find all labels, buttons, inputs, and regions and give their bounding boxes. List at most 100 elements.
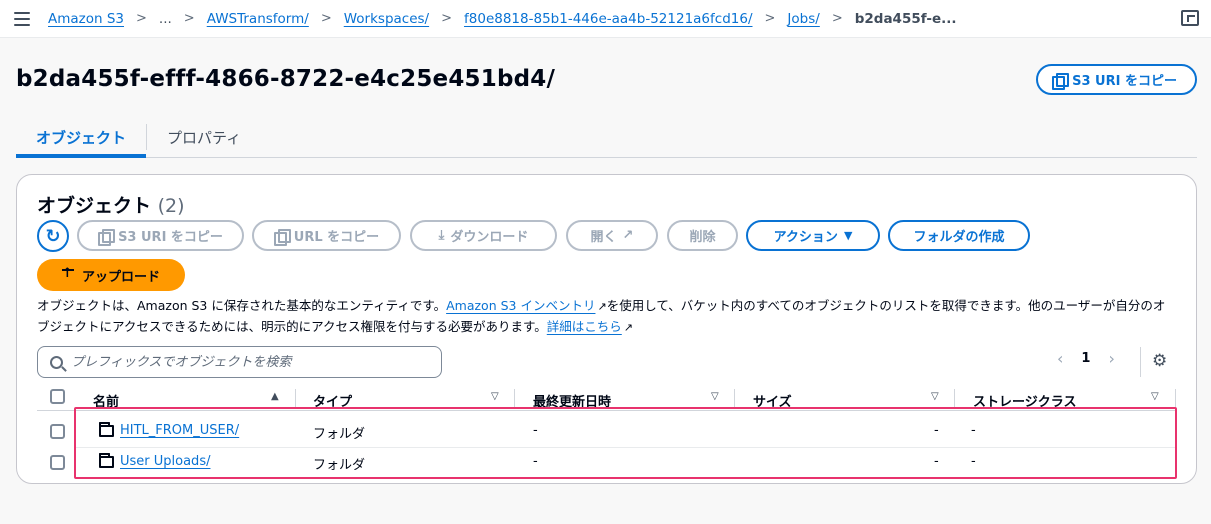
download-icon: ⤓: [438, 228, 445, 243]
copy-url-label: URL をコピー: [293, 230, 380, 245]
row-modified: -: [533, 423, 538, 438]
sort-icon[interactable]: ▽: [931, 391, 939, 402]
search-field: [37, 346, 442, 378]
external-link-icon: ↗: [623, 321, 633, 334]
folder-link[interactable]: User Uploads/: [120, 454, 210, 469]
breadcrumb-jobs[interactable]: Jobs/: [787, 11, 819, 27]
tab-bar: オブジェクト プロパティ: [16, 118, 1197, 158]
chevron-right-icon: >: [764, 11, 776, 26]
sort-icon[interactable]: ▽: [491, 391, 499, 402]
breadcrumb-workspace-id[interactable]: f80e8818-85b1-446e-aa4b-52121a6fcd16/: [464, 11, 752, 27]
open-button[interactable]: 開く ↗: [566, 220, 658, 251]
chevron-right-icon: >: [183, 11, 195, 26]
row-size: -: [934, 423, 939, 438]
page-title: b2da455f-efff-4866-8722-e4c25e451bd4/: [16, 66, 556, 92]
objects-container: オブジェクト (2) ↻ S3 URI をコピー URL をコピー ⤓ ダウンロ…: [16, 174, 1197, 484]
row-name-cell: HITL_FROM_USER/: [99, 421, 239, 438]
copy-icon: [1052, 72, 1070, 90]
open-label: 開く: [590, 230, 617, 245]
upload-label: アップロード: [81, 269, 160, 285]
upload-icon: [61, 266, 74, 281]
delete-button[interactable]: 削除: [667, 220, 738, 251]
chevron-right-icon: >: [320, 11, 332, 26]
folder-icon: [99, 452, 114, 468]
column-separator: [514, 389, 515, 407]
learn-more-link[interactable]: 詳細はこちら: [547, 319, 622, 334]
previous-page-icon[interactable]: ‹: [1057, 349, 1063, 368]
copy-s3-uri-button[interactable]: S3 URI をコピー: [1036, 64, 1197, 95]
pager-divider: [1140, 347, 1141, 377]
gear-icon[interactable]: ⚙: [1152, 351, 1172, 371]
actions-dropdown-button[interactable]: アクション ▼: [746, 220, 880, 251]
copy-url-button[interactable]: URL をコピー: [252, 220, 401, 251]
sort-icon[interactable]: ▽: [1151, 391, 1159, 402]
description-text-1: オブジェクトは、Amazon S3 に保存された基本的なエンティティです。: [37, 298, 447, 313]
external-link-icon: ↗: [597, 300, 607, 313]
top-navigation-bar: Amazon S3 > ... > AWSTransform/ > Worksp…: [0, 0, 1211, 38]
breadcrumb-workspaces[interactable]: Workspaces/: [344, 11, 429, 27]
objects-count: (2): [157, 195, 185, 217]
select-all-checkbox[interactable]: [50, 389, 65, 404]
row-name-cell: User Uploads/: [99, 452, 210, 469]
upload-button[interactable]: アップロード: [37, 259, 185, 291]
split-panel-icon[interactable]: [1181, 10, 1199, 26]
chevron-right-icon: >: [441, 11, 453, 26]
sort-icon[interactable]: ▽: [711, 391, 719, 402]
refresh-button[interactable]: ↻: [37, 220, 69, 252]
search-input[interactable]: [71, 354, 431, 370]
download-label: ダウンロード: [450, 230, 529, 245]
breadcrumb-amazon-s3[interactable]: Amazon S3: [48, 11, 124, 27]
table-row: HITL_FROM_USER/ フォルダ - - -: [37, 417, 1177, 447]
column-separator: [954, 389, 955, 407]
column-separator: [1175, 389, 1176, 407]
copy-s3-uri-toolbar-button[interactable]: S3 URI をコピー: [77, 220, 244, 251]
actions-label: アクション: [773, 230, 838, 245]
folder-icon: [99, 421, 114, 437]
row-checkbox[interactable]: [50, 424, 65, 439]
column-header-name[interactable]: 名前: [93, 391, 119, 410]
copy-icon: [98, 228, 116, 246]
row-type: フォルダ: [313, 458, 366, 473]
create-folder-button[interactable]: フォルダの作成: [888, 220, 1030, 251]
table-header: 名前 ▲ タイプ ▽ 最終更新日時 ▽ サイズ ▽ ストレージクラス ▽: [37, 389, 1177, 411]
pagination: ‹ 1 ›: [1057, 349, 1115, 368]
page-number[interactable]: 1: [1081, 351, 1090, 366]
row-modified: -: [533, 454, 538, 469]
delete-label: 削除: [689, 230, 716, 245]
breadcrumb-current: b2da455f-e...: [854, 10, 957, 27]
column-header-storage-class[interactable]: ストレージクラス: [973, 391, 1076, 410]
copy-s3-uri-toolbar-label: S3 URI をコピー: [118, 230, 223, 245]
folder-link[interactable]: HITL_FROM_USER/: [120, 423, 239, 438]
objects-description: オブジェクトは、Amazon S3 に保存された基本的なエンティティです。Ama…: [37, 296, 1167, 338]
sort-ascending-icon[interactable]: ▲: [271, 391, 279, 402]
column-header-modified[interactable]: 最終更新日時: [533, 391, 611, 410]
row-storage-class: -: [971, 454, 976, 469]
inventory-link[interactable]: Amazon S3 インベントリ: [446, 298, 595, 313]
chevron-right-icon: >: [136, 11, 147, 26]
tab-objects[interactable]: オブジェクト: [16, 118, 147, 158]
refresh-icon: ↻: [45, 225, 61, 247]
caret-down-icon: ▼: [843, 229, 853, 242]
breadcrumb: Amazon S3 > ... > AWSTransform/ > Worksp…: [48, 11, 957, 27]
search-icon: [50, 355, 63, 369]
hamburger-menu-icon[interactable]: [14, 11, 30, 26]
table-row: User Uploads/ フォルダ - - -: [37, 448, 1177, 478]
column-separator: [734, 389, 735, 407]
copy-s3-uri-label: S3 URI をコピー: [1072, 74, 1177, 89]
breadcrumb-ellipsis[interactable]: ...: [159, 11, 172, 27]
download-button[interactable]: ⤓ ダウンロード: [410, 220, 557, 251]
row-type: フォルダ: [313, 427, 366, 442]
column-header-type[interactable]: タイプ: [313, 391, 352, 410]
column-header-size[interactable]: サイズ: [753, 391, 792, 410]
column-separator: [295, 389, 296, 407]
row-checkbox[interactable]: [50, 455, 65, 470]
objects-title: オブジェクト: [37, 195, 152, 217]
create-folder-label: フォルダの作成: [913, 230, 1005, 245]
tab-properties[interactable]: プロパティ: [147, 118, 261, 156]
next-page-icon[interactable]: ›: [1108, 349, 1114, 368]
objects-heading: オブジェクト (2): [37, 191, 185, 218]
row-storage-class: -: [971, 423, 976, 438]
external-link-icon: ↗: [622, 228, 634, 243]
chevron-right-icon: >: [831, 11, 843, 26]
breadcrumb-awstransform[interactable]: AWSTransform/: [207, 11, 309, 27]
